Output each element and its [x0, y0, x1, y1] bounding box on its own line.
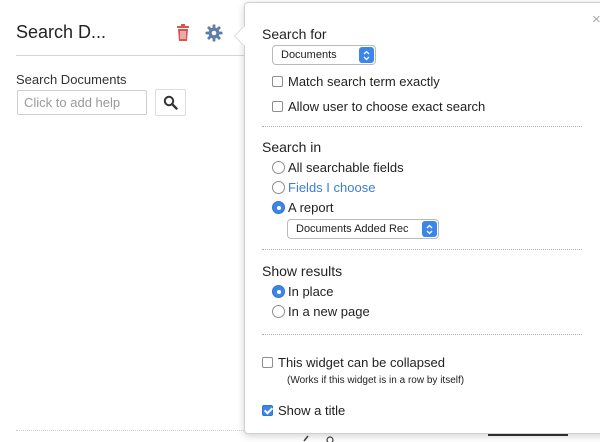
search-for-heading: Search for: [262, 26, 327, 42]
search-for-select[interactable]: Documents: [272, 45, 376, 65]
all-fields-option[interactable]: All searchable fields: [272, 160, 404, 175]
collapsible-note: (Works if this widget is in a row by its…: [287, 375, 465, 386]
a-report-option[interactable]: A report: [272, 200, 334, 215]
settings-popover: × Search for Documents Match search term…: [234, 2, 600, 434]
report-select-value: Documents Added Rec: [296, 223, 409, 235]
section-divider: [262, 126, 582, 127]
search-for-select-value: Documents: [281, 49, 337, 61]
new-page-radio[interactable]: [272, 305, 285, 318]
section-divider: [262, 249, 582, 250]
fields-i-choose-radio[interactable]: [272, 181, 285, 194]
all-fields-radio[interactable]: [272, 161, 285, 174]
allow-exact-label: Allow user to choose exact search: [288, 99, 486, 114]
a-report-label: A report: [288, 200, 334, 215]
section-divider: [262, 334, 582, 335]
show-results-heading: Show results: [262, 263, 343, 279]
select-arrows-icon: [422, 221, 437, 237]
search-button[interactable]: [155, 89, 186, 116]
fields-i-choose-link[interactable]: Fields I choose: [288, 180, 375, 195]
show-title-option[interactable]: Show a title: [262, 403, 345, 418]
collapsible-option[interactable]: This widget can be collapsed: [262, 355, 445, 370]
show-title-checkbox[interactable]: [262, 405, 273, 416]
in-place-option[interactable]: In place: [272, 284, 334, 299]
match-exact-checkbox[interactable]: [272, 76, 283, 87]
close-button[interactable]: ×: [592, 11, 600, 28]
show-title-label: Show a title: [278, 403, 346, 418]
in-place-label: In place: [288, 284, 334, 299]
gear-icon[interactable]: [205, 24, 223, 42]
allow-exact-checkbox[interactable]: [272, 101, 283, 112]
collapsible-checkbox[interactable]: [262, 357, 273, 368]
select-arrows-icon: [359, 47, 374, 63]
new-page-label: In a new page: [288, 304, 370, 319]
new-page-option[interactable]: In a new page: [272, 304, 370, 319]
widget-bottom-border: [16, 430, 256, 431]
search-label: Search Documents: [16, 72, 127, 87]
fields-i-choose-option[interactable]: Fields I choose: [272, 180, 375, 195]
search-input[interactable]: [17, 90, 147, 115]
match-exact-option[interactable]: Match search term exactly: [272, 74, 440, 89]
magnifier-icon: [163, 95, 178, 110]
allow-exact-option[interactable]: Allow user to choose exact search: [272, 99, 485, 114]
a-report-radio[interactable]: [272, 201, 285, 214]
report-select[interactable]: Documents Added Rec: [287, 219, 439, 239]
match-exact-label: Match search term exactly: [288, 74, 440, 89]
in-place-radio[interactable]: [272, 285, 285, 298]
all-fields-label: All searchable fields: [288, 160, 404, 175]
collapsible-label: This widget can be collapsed: [278, 355, 445, 370]
title-divider: [16, 55, 252, 56]
trash-icon[interactable]: [176, 24, 190, 42]
widget-title: Search D...: [16, 22, 107, 42]
search-in-heading: Search in: [262, 139, 322, 155]
